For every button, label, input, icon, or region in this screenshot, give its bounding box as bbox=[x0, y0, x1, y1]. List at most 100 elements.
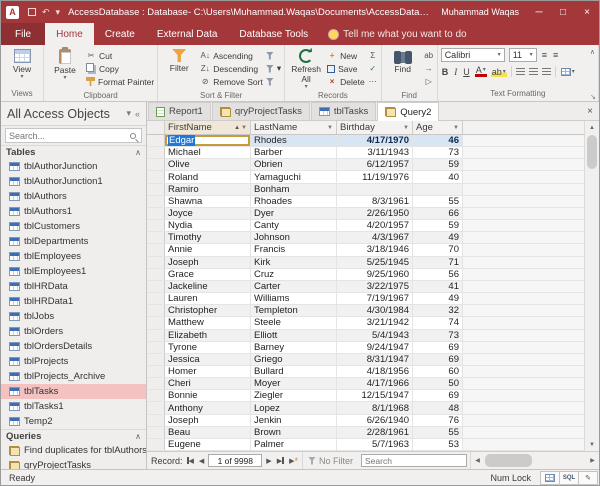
close-button[interactable]: × bbox=[575, 1, 599, 23]
cell-firstname[interactable]: Joyce bbox=[165, 208, 251, 219]
new-blank-record-button[interactable]: ▶* bbox=[288, 457, 299, 465]
tab-file[interactable]: File bbox=[1, 23, 45, 45]
cell-firstname[interactable]: Nydia bbox=[165, 220, 251, 231]
replace-button[interactable]: ab bbox=[424, 49, 434, 62]
cell-birthday[interactable]: 2/26/1950 bbox=[337, 208, 413, 219]
cell-firstname[interactable]: Elizabeth bbox=[165, 330, 251, 341]
nav-item-Temp2[interactable]: Temp2 bbox=[1, 414, 146, 429]
cell-lastname[interactable]: Rhodes bbox=[251, 135, 337, 146]
font-color-button[interactable]: A▾ bbox=[475, 66, 487, 77]
cell-lastname[interactable]: Steele bbox=[251, 317, 337, 328]
nav-item-tblDepartments[interactable]: tblDepartments bbox=[1, 234, 146, 249]
scroll-down-icon[interactable]: ▼ bbox=[585, 438, 599, 451]
row-selector[interactable] bbox=[147, 147, 165, 158]
column-header-birthday[interactable]: Birthday▼ bbox=[337, 121, 413, 134]
next-record-button[interactable]: ▶ bbox=[265, 457, 272, 465]
select-all-corner[interactable] bbox=[147, 121, 165, 134]
cell-birthday[interactable]: 3/11/1943 bbox=[337, 147, 413, 158]
row-selector[interactable] bbox=[147, 184, 165, 195]
cell-age[interactable]: 32 bbox=[413, 305, 463, 316]
nav-item-tblCustomers[interactable]: tblCustomers bbox=[1, 219, 146, 234]
cell-lastname[interactable]: Obrien bbox=[251, 159, 337, 170]
nav-item-tblTasks1[interactable]: tblTasks1 bbox=[1, 399, 146, 414]
row-selector[interactable] bbox=[147, 281, 165, 292]
row-selector[interactable] bbox=[147, 305, 165, 316]
nav-item-tblEmployees[interactable]: tblEmployees bbox=[1, 249, 146, 264]
doc-tab-qryProjectTasks[interactable]: qryProjectTasks bbox=[212, 102, 310, 120]
cell-lastname[interactable]: Cruz bbox=[251, 269, 337, 280]
nav-item-tblProjects[interactable]: tblProjects bbox=[1, 354, 146, 369]
cell-firstname[interactable]: Annie bbox=[165, 244, 251, 255]
filter-button[interactable]: Filter bbox=[161, 47, 197, 90]
cell-firstname[interactable]: Jessica bbox=[165, 354, 251, 365]
nav-item-tblJobs[interactable]: tblJobs bbox=[1, 309, 146, 324]
cell-lastname[interactable]: Griego bbox=[251, 354, 337, 365]
row-selector[interactable] bbox=[147, 208, 165, 219]
cell-lastname[interactable]: Kirk bbox=[251, 257, 337, 268]
nav-item-tblOrdersDetails[interactable]: tblOrdersDetails bbox=[1, 339, 146, 354]
save-record-button[interactable]: Save bbox=[327, 62, 365, 75]
cell-birthday[interactable]: 8/31/1947 bbox=[337, 354, 413, 365]
view-button[interactable]: View ▾ bbox=[4, 47, 40, 88]
cell-lastname[interactable]: Ziegler bbox=[251, 390, 337, 401]
shutter-close-icon[interactable]: « bbox=[135, 109, 140, 119]
queries-section-header[interactable]: Queries ∧ bbox=[1, 429, 146, 443]
table-row[interactable]: RolandYamaguchi11/19/197640 bbox=[147, 171, 584, 183]
cell-firstname[interactable]: Joseph bbox=[165, 257, 251, 268]
cell-lastname[interactable]: Bonham bbox=[251, 184, 337, 195]
cell-age[interactable]: 60 bbox=[413, 366, 463, 377]
cell-birthday[interactable]: 9/25/1960 bbox=[337, 269, 413, 280]
row-selector[interactable] bbox=[147, 159, 165, 170]
vertical-scrollbar[interactable]: ▲ ▼ bbox=[584, 121, 599, 451]
cell-lastname[interactable]: Francis bbox=[251, 244, 337, 255]
cell-lastname[interactable]: Moyer bbox=[251, 378, 337, 389]
cell-age[interactable]: 71 bbox=[413, 257, 463, 268]
totals-button[interactable]: Σ bbox=[368, 49, 378, 62]
table-row[interactable]: LaurenWilliams7/19/196749 bbox=[147, 293, 584, 305]
cell-age[interactable]: 49 bbox=[413, 293, 463, 304]
cell-lastname[interactable]: Barney bbox=[251, 342, 337, 353]
undo-icon[interactable]: ↶ bbox=[42, 8, 50, 17]
tab-create[interactable]: Create bbox=[94, 23, 146, 45]
filter-dropdown-icon[interactable]: ▼ bbox=[403, 125, 409, 131]
cell-firstname[interactable]: Roland bbox=[165, 171, 251, 182]
cell-birthday[interactable]: 4/30/1984 bbox=[337, 305, 413, 316]
column-header-lastname[interactable]: LastName▼ bbox=[251, 121, 337, 134]
row-selector[interactable] bbox=[147, 330, 165, 341]
refresh-all-button[interactable]: Refresh All ▾ bbox=[288, 47, 324, 90]
cell-birthday[interactable]: 8/3/1961 bbox=[337, 196, 413, 207]
cell-firstname[interactable]: Christopher bbox=[165, 305, 251, 316]
toggle-filter-button[interactable] bbox=[266, 75, 281, 88]
more-button[interactable]: ⋯ bbox=[368, 75, 378, 88]
table-row[interactable]: ChristopherTempleton4/30/198432 bbox=[147, 305, 584, 317]
cell-birthday[interactable]: 7/19/1967 bbox=[337, 293, 413, 304]
row-selector[interactable] bbox=[147, 269, 165, 280]
close-tab-icon[interactable]: × bbox=[581, 106, 599, 117]
font-name-combo[interactable]: Calibri ▾ bbox=[441, 48, 505, 62]
collapse-section-icon[interactable]: ∧ bbox=[135, 148, 141, 157]
highlight-color-button[interactable]: ab▾ bbox=[491, 67, 507, 77]
scrollbar-thumb[interactable] bbox=[587, 135, 597, 169]
column-header-firstname[interactable]: FirstName▲▼ bbox=[165, 121, 251, 134]
cell-firstname[interactable]: Jackeline bbox=[165, 281, 251, 292]
cell-age[interactable]: 55 bbox=[413, 196, 463, 207]
table-row[interactable]: AnnieFrancis3/18/194670 bbox=[147, 244, 584, 256]
cell-lastname[interactable]: Bullard bbox=[251, 366, 337, 377]
table-row[interactable]: GraceCruz9/25/196056 bbox=[147, 269, 584, 281]
dialog-launcher-icon[interactable]: ↘ bbox=[590, 93, 596, 101]
table-row[interactable]: NydiaCanty4/20/195759 bbox=[147, 220, 584, 232]
nav-item-tblProjects_Archive[interactable]: tblProjects_Archive bbox=[1, 369, 146, 384]
nav-item-tblAuthors[interactable]: tblAuthors bbox=[1, 189, 146, 204]
table-row[interactable]: EdgarRhodes4/17/197046 bbox=[147, 135, 584, 147]
cell-lastname[interactable]: Lopez bbox=[251, 402, 337, 413]
table-row[interactable]: RamiroBonham bbox=[147, 184, 584, 196]
cell-lastname[interactable]: Yamaguchi bbox=[251, 171, 337, 182]
cell-lastname[interactable]: Palmer bbox=[251, 439, 337, 450]
cell-birthday[interactable]: 4/20/1957 bbox=[337, 220, 413, 231]
cell-birthday[interactable]: 5/25/1945 bbox=[337, 257, 413, 268]
row-selector[interactable] bbox=[147, 257, 165, 268]
cell-birthday[interactable]: 3/22/1975 bbox=[337, 281, 413, 292]
cell-firstname[interactable]: Matthew bbox=[165, 317, 251, 328]
cell-birthday[interactable]: 6/12/1957 bbox=[337, 159, 413, 170]
row-selector[interactable] bbox=[147, 293, 165, 304]
